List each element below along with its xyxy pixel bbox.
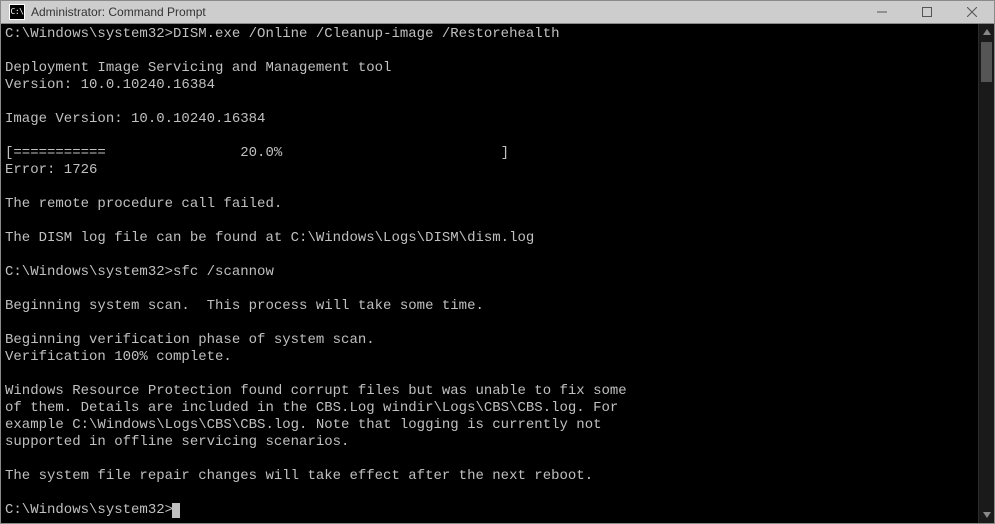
console-line xyxy=(5,128,974,145)
console-line: Beginning verification phase of system s… xyxy=(5,332,974,349)
console-line: supported in offline servicing scenarios… xyxy=(5,434,974,451)
console-line xyxy=(5,451,974,468)
prompt-text: C:\Windows\system32> xyxy=(5,264,173,280)
window-title: Administrator: Command Prompt xyxy=(31,5,859,19)
text-cursor xyxy=(172,503,180,518)
command-text: DISM.exe /Online /Cleanup-image /Restore… xyxy=(173,26,559,42)
console-line: Image Version: 10.0.10240.16384 xyxy=(5,111,974,128)
vertical-scrollbar[interactable] xyxy=(978,24,994,523)
console-line: The remote procedure call failed. xyxy=(5,196,974,213)
scroll-thumb[interactable] xyxy=(981,42,992,82)
console-line xyxy=(5,94,974,111)
console-line: The system file repair changes will take… xyxy=(5,468,974,485)
console-line: Beginning system scan. This process will… xyxy=(5,298,974,315)
console-line: Verification 100% complete. xyxy=(5,349,974,366)
console-line xyxy=(5,366,974,383)
maximize-button[interactable] xyxy=(904,1,949,23)
console-line xyxy=(5,281,974,298)
scroll-up-icon[interactable] xyxy=(979,24,994,40)
console-line: The DISM log file can be found at C:\Win… xyxy=(5,230,974,247)
console-line: [=========== 20.0% ] xyxy=(5,145,974,162)
prompt-text: C:\Windows\system32> xyxy=(5,26,173,42)
console-line: example C:\Windows\Logs\CBS\CBS.log. Not… xyxy=(5,417,974,434)
console-line: Windows Resource Protection found corrup… xyxy=(5,383,974,400)
scroll-down-icon[interactable] xyxy=(979,507,994,523)
console-line xyxy=(5,179,974,196)
prompt-text: C:\Windows\system32> xyxy=(5,502,173,518)
window-controls xyxy=(859,1,994,23)
command-text: sfc /scannow xyxy=(173,264,274,280)
command-prompt-window: C:\ Administrator: Command Prompt C:\Win… xyxy=(0,0,995,524)
console-area: C:\Windows\system32>DISM.exe /Online /Cl… xyxy=(1,24,994,523)
titlebar[interactable]: C:\ Administrator: Command Prompt xyxy=(1,1,994,24)
console-line: Deployment Image Servicing and Managemen… xyxy=(5,60,974,77)
minimize-button[interactable] xyxy=(859,1,904,23)
console-line xyxy=(5,315,974,332)
console-line xyxy=(5,213,974,230)
close-button[interactable] xyxy=(949,1,994,23)
console-line xyxy=(5,247,974,264)
console-line: Error: 1726 xyxy=(5,162,974,179)
console-line: C:\Windows\system32>sfc /scannow xyxy=(5,264,974,281)
console-line: C:\Windows\system32> xyxy=(5,502,974,519)
console-output[interactable]: C:\Windows\system32>DISM.exe /Online /Cl… xyxy=(1,24,978,523)
cmd-icon: C:\ xyxy=(9,4,25,20)
console-line: Version: 10.0.10240.16384 xyxy=(5,77,974,94)
console-line: C:\Windows\system32>DISM.exe /Online /Cl… xyxy=(5,26,974,43)
console-line xyxy=(5,485,974,502)
console-line: of them. Details are included in the CBS… xyxy=(5,400,974,417)
console-line xyxy=(5,43,974,60)
